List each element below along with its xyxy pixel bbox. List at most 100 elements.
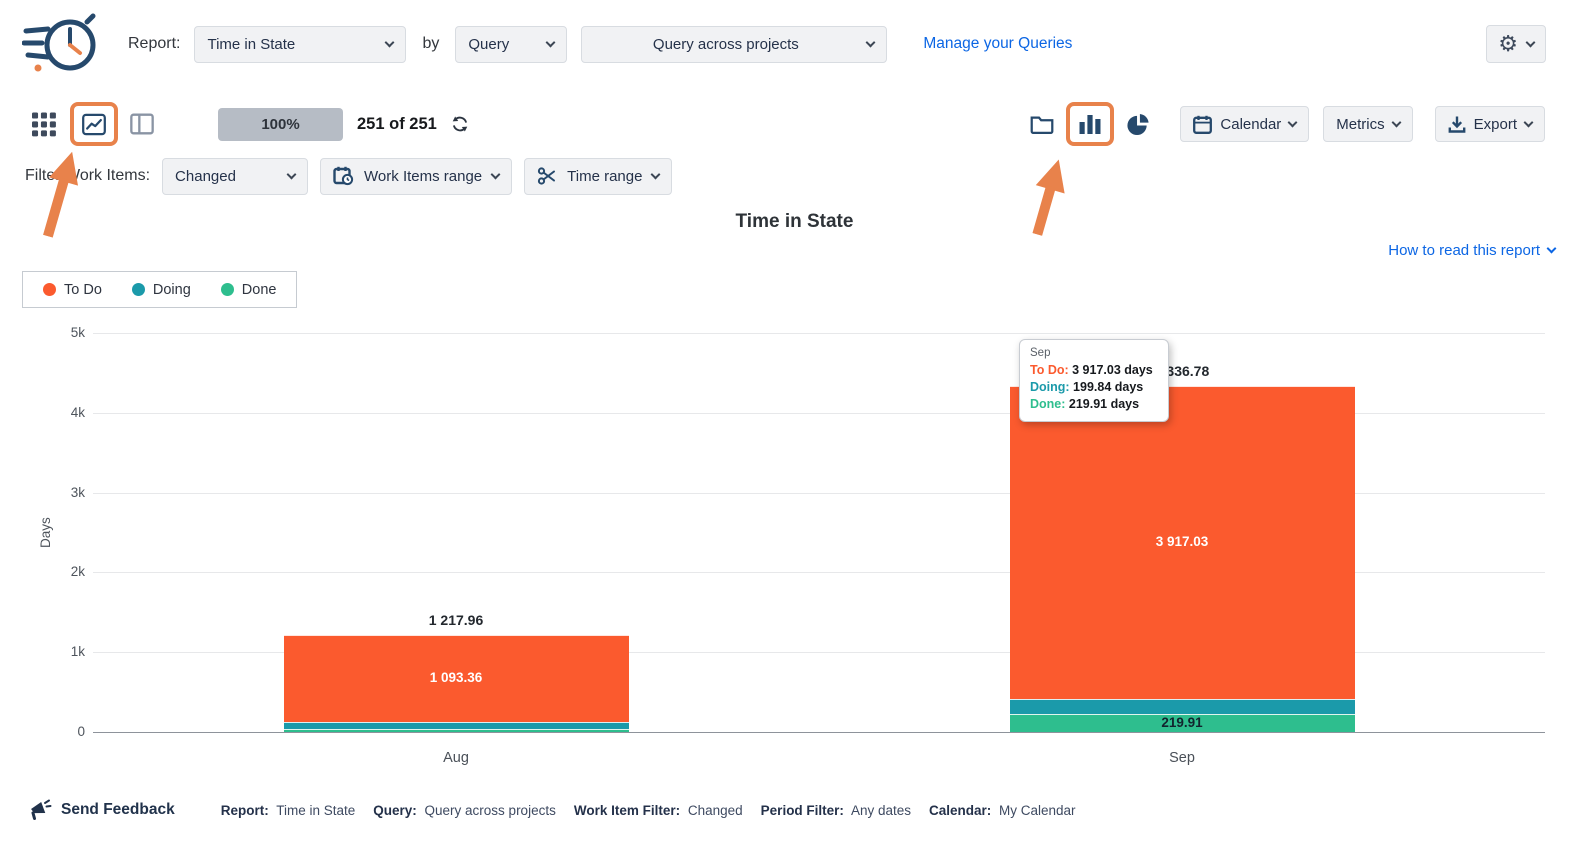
saved-views-button[interactable] xyxy=(1024,108,1060,140)
refresh-button[interactable] xyxy=(445,108,475,140)
metrics-button[interactable]: Metrics xyxy=(1323,106,1412,142)
scissors-icon xyxy=(537,166,557,186)
line-chart-icon xyxy=(82,111,106,138)
bar-chart-button[interactable] xyxy=(1072,108,1108,140)
y-tick-label: 0 xyxy=(77,723,85,741)
query-dropdown[interactable]: Query across projects xyxy=(581,26,887,63)
query-dropdown-value: Query across projects xyxy=(653,36,799,53)
footer-summary-item: Work Item Filter: Changed xyxy=(574,803,743,818)
footer: Send Feedback Report: Time in StateQuery… xyxy=(0,788,1589,832)
export-button[interactable]: Export xyxy=(1435,106,1545,142)
work-items-range-label: Work Items range xyxy=(364,168,482,185)
y-tick-label: 5k xyxy=(71,324,85,342)
legend-item-done[interactable]: Done xyxy=(221,282,277,298)
annotation-highlight-bar-chart xyxy=(1066,102,1114,146)
bar-aug[interactable]: 83.211 093.361 217.96 xyxy=(284,333,629,732)
time-range-dropdown[interactable]: Time range xyxy=(524,158,672,195)
tooltip-row: Done: 219.91 days xyxy=(1030,396,1158,413)
footer-summary-item: Report: Time in State xyxy=(221,803,356,818)
pie-chart-button[interactable] xyxy=(1120,108,1156,140)
footer-summary-value: Changed xyxy=(684,803,743,818)
gear-icon: ⚙ xyxy=(1498,33,1518,55)
x-tick-label: Sep xyxy=(1010,750,1355,766)
legend-dot-to-do xyxy=(43,283,56,296)
work-items-range-dropdown[interactable]: Work Items range xyxy=(320,158,512,195)
tooltip-series-label: To Do: xyxy=(1030,363,1072,377)
work-item-filter-value: Changed xyxy=(175,168,236,185)
toolbar: 100% 251 of 251 xyxy=(0,100,1589,148)
chevron-down-icon xyxy=(1391,117,1401,127)
chart-tooltip: Sep To Do: 3 917.03 daysDoing: 199.84 da… xyxy=(1019,339,1169,422)
chart-view-button[interactable] xyxy=(76,108,112,140)
footer-summary-value: Time in State xyxy=(273,803,356,818)
bar-segment-done[interactable] xyxy=(284,729,629,732)
item-count: 251 of 251 xyxy=(357,115,437,134)
refresh-icon xyxy=(451,113,469,135)
by-label: by xyxy=(422,35,439,53)
chevron-down-icon xyxy=(1288,117,1298,127)
chart-title: Time in State xyxy=(0,211,1589,233)
filter-bar: Filter Work Items: Changed Work Items ra… xyxy=(0,156,1589,196)
footer-summary-key: Work Item Filter: xyxy=(574,803,680,818)
group-by-dropdown-value: Query xyxy=(468,36,509,53)
grid-icon xyxy=(32,112,56,137)
legend-dot-doing xyxy=(132,283,145,296)
how-to-read-link[interactable]: How to read this report xyxy=(1388,242,1555,259)
footer-summary-key: Calendar: xyxy=(929,803,991,818)
bar-value-label: 1 093.36 xyxy=(284,670,629,686)
bar-value-label: 219.91 xyxy=(1010,715,1355,731)
legend-label: Doing xyxy=(153,282,191,298)
footer-summary-value: Query across projects xyxy=(421,803,556,818)
chevron-down-icon xyxy=(491,169,501,179)
manage-queries-link[interactable]: Manage your Queries xyxy=(923,35,1072,53)
calendar-button-label: Calendar xyxy=(1220,116,1281,133)
group-by-dropdown[interactable]: Query xyxy=(455,26,567,63)
chevron-down-icon xyxy=(1526,37,1536,47)
chevron-down-icon xyxy=(1524,117,1534,127)
app-logo[interactable] xyxy=(22,13,100,75)
footer-summary-key: Report: xyxy=(221,803,269,818)
tooltip-rows: To Do: 3 917.03 daysDoing: 199.84 daysDo… xyxy=(1030,362,1158,413)
bar-chart-icon xyxy=(1078,113,1102,135)
metrics-button-label: Metrics xyxy=(1336,116,1384,133)
footer-summary: Report: Time in StateQuery: Query across… xyxy=(221,803,1076,818)
y-tick-label: 4k xyxy=(71,404,85,422)
y-tick-label: 1k xyxy=(71,643,85,661)
report-dropdown[interactable]: Time in State xyxy=(194,26,406,63)
settings-menu-button[interactable]: ⚙ xyxy=(1486,25,1546,63)
footer-summary-value: My Calendar xyxy=(995,803,1075,818)
grid-view-button[interactable] xyxy=(26,108,62,140)
filter-work-items-label: Filter Work Items: xyxy=(25,167,150,185)
tooltip-value: 3 917.03 days xyxy=(1072,363,1153,377)
chevron-down-icon xyxy=(866,37,876,47)
tooltip-title: Sep xyxy=(1030,347,1158,359)
footer-summary-key: Period Filter: xyxy=(761,803,844,818)
y-tick-label: 2k xyxy=(71,563,85,581)
legend: To Do Doing Done xyxy=(22,271,297,308)
chevron-down-icon xyxy=(287,169,297,179)
top-bar: Report: Time in State by Query Query acr… xyxy=(0,0,1589,88)
calendar-icon xyxy=(1193,115,1212,134)
y-axis: 01k2k3k4k5k xyxy=(0,333,85,732)
download-icon xyxy=(1448,115,1466,134)
table-layout-icon xyxy=(130,112,154,136)
chevron-down-icon xyxy=(651,169,661,179)
plot-area: 83.211 093.361 217.96Aug219.913 917.034 … xyxy=(93,333,1545,732)
legend-item-doing[interactable]: Doing xyxy=(132,282,191,298)
x-tick-label: Aug xyxy=(284,750,629,766)
zoom-button[interactable]: 100% xyxy=(218,108,343,141)
annotation-highlight-chart-view xyxy=(70,102,118,146)
send-feedback-link[interactable]: Send Feedback xyxy=(28,799,175,821)
chevron-down-icon xyxy=(385,37,395,47)
work-item-filter-dropdown[interactable]: Changed xyxy=(162,158,308,195)
table-view-button[interactable] xyxy=(124,108,160,140)
legend-item-to-do[interactable]: To Do xyxy=(43,282,102,298)
bar-segment-doing[interactable] xyxy=(284,722,629,729)
folder-icon xyxy=(1030,113,1054,136)
calendar-button[interactable]: Calendar xyxy=(1180,106,1309,142)
tooltip-value: 199.84 days xyxy=(1073,380,1143,394)
report-dropdown-value: Time in State xyxy=(207,36,295,53)
pie-chart-icon xyxy=(1126,112,1150,137)
bar-segment-doing[interactable] xyxy=(1010,699,1355,715)
x-axis-line xyxy=(93,732,1545,733)
